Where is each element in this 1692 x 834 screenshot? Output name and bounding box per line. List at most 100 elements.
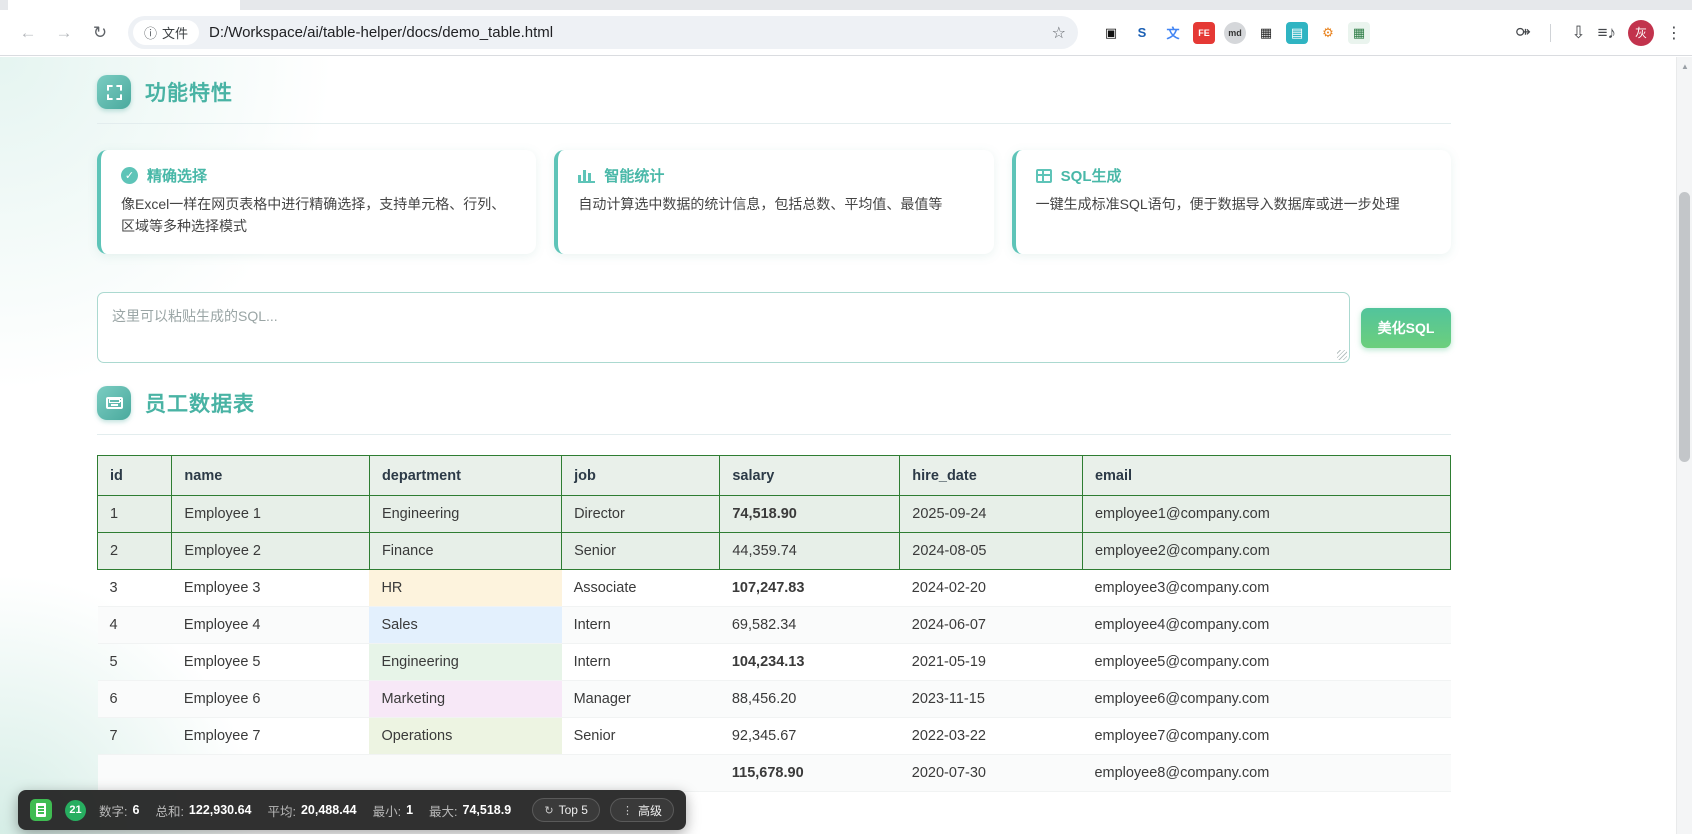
- reload-button[interactable]: ↻: [85, 18, 115, 48]
- cell-job[interactable]: Senior: [562, 533, 720, 570]
- table-row[interactable]: 5Employee 5EngineeringIntern104,234.1320…: [98, 644, 1451, 681]
- cell-salary[interactable]: 88,456.20: [720, 681, 900, 718]
- cell-name[interactable]: [172, 755, 370, 792]
- cell-name[interactable]: Employee 5: [172, 644, 370, 681]
- cell-id[interactable]: 7: [98, 718, 172, 755]
- table-row[interactable]: 4Employee 4SalesIntern69,582.342024-06-0…: [98, 607, 1451, 644]
- cell-salary[interactable]: 69,582.34: [720, 607, 900, 644]
- cell-department[interactable]: Operations: [369, 718, 561, 755]
- column-header-job[interactable]: job: [562, 456, 720, 496]
- cell-hire-date[interactable]: 2025-09-24: [900, 496, 1083, 533]
- cell-salary[interactable]: 115,678.90: [720, 755, 900, 792]
- cell-email[interactable]: employee5@company.com: [1082, 644, 1450, 681]
- table-row[interactable]: 7Employee 7OperationsSenior92,345.672022…: [98, 718, 1451, 755]
- column-header-email[interactable]: email: [1082, 456, 1450, 496]
- cell-id[interactable]: [98, 755, 172, 792]
- download-icon[interactable]: ⇩: [1571, 23, 1585, 43]
- fe-icon[interactable]: FE: [1193, 22, 1215, 44]
- s-blue-icon[interactable]: S: [1131, 22, 1153, 44]
- cell-salary[interactable]: 92,345.67: [720, 718, 900, 755]
- spreadsheet-icon[interactable]: ▦: [1348, 22, 1370, 44]
- cell-job[interactable]: Director: [562, 496, 720, 533]
- cell-email[interactable]: employee1@company.com: [1082, 496, 1450, 533]
- sql-input[interactable]: [97, 292, 1350, 363]
- column-header-hire_date[interactable]: hire_date: [900, 456, 1083, 496]
- bookmark-star-icon[interactable]: ☆: [1052, 23, 1066, 43]
- cell-job[interactable]: Senior: [562, 718, 720, 755]
- stats-toolbar[interactable]: 21 数字:6总和:122,930.64平均:20,488.44最小:1最大:7…: [18, 790, 686, 830]
- cell-job[interactable]: [562, 755, 720, 792]
- cell-hire-date[interactable]: 2020-07-30: [900, 755, 1083, 792]
- chrome-menu-icon[interactable]: ⋮: [1666, 23, 1682, 43]
- table-row[interactable]: 3Employee 3HRAssociate107,247.832024-02-…: [98, 570, 1451, 607]
- cell-salary[interactable]: 74,518.90: [720, 496, 900, 533]
- cell-hire-date[interactable]: 2024-02-20: [900, 570, 1083, 607]
- cell-hire-date[interactable]: 2024-08-05: [900, 533, 1083, 570]
- cell-hire-date[interactable]: 2022-03-22: [900, 718, 1083, 755]
- url-text[interactable]: D:/Workspace/ai/table-helper/docs/demo_t…: [209, 24, 1052, 41]
- cell-email[interactable]: employee7@company.com: [1082, 718, 1450, 755]
- cell-job[interactable]: Associate: [562, 570, 720, 607]
- cell-salary[interactable]: 44,359.74: [720, 533, 900, 570]
- cell-id[interactable]: 4: [98, 607, 172, 644]
- profile-avatar[interactable]: 灰: [1628, 20, 1654, 46]
- cell-salary[interactable]: 107,247.83: [720, 570, 900, 607]
- cell-department[interactable]: Engineering: [369, 644, 561, 681]
- cell-id[interactable]: 3: [98, 570, 172, 607]
- card-icon[interactable]: ▤: [1286, 22, 1308, 44]
- cell-department[interactable]: Marketing: [369, 681, 561, 718]
- back-button[interactable]: ←: [13, 18, 43, 48]
- new-tab-button[interactable]: +: [252, 0, 278, 4]
- md-icon[interactable]: md: [1224, 22, 1246, 44]
- dark-frame-icon[interactable]: ▣: [1100, 22, 1122, 44]
- cell-department[interactable]: Sales: [369, 607, 561, 644]
- scrollbar-thumb[interactable]: [1679, 192, 1690, 462]
- browser-tab[interactable]: Table Helper 演示 - 员工数据... ×: [8, 0, 240, 10]
- cell-name[interactable]: Employee 4: [172, 607, 370, 644]
- cell-department[interactable]: Engineering: [369, 496, 561, 533]
- extensions-puzzle-icon[interactable]: ⚩: [1516, 23, 1530, 43]
- cell-department[interactable]: Finance: [369, 533, 561, 570]
- cell-email[interactable]: employee2@company.com: [1082, 533, 1450, 570]
- table-row[interactable]: 115,678.902020-07-30employee8@company.co…: [98, 755, 1451, 792]
- file-scheme-chip[interactable]: ⓘ 文件: [133, 20, 199, 45]
- address-bar[interactable]: ⓘ 文件 D:/Workspace/ai/table-helper/docs/d…: [128, 16, 1078, 49]
- cell-department[interactable]: HR: [369, 570, 561, 607]
- cell-name[interactable]: Employee 2: [172, 533, 370, 570]
- cell-id[interactable]: 2: [98, 533, 172, 570]
- cell-email[interactable]: employee4@company.com: [1082, 607, 1450, 644]
- playlist-icon[interactable]: ≡♪: [1598, 23, 1616, 43]
- qr-icon[interactable]: ▦: [1255, 22, 1277, 44]
- tools-icon[interactable]: ⚙: [1317, 22, 1339, 44]
- table-row[interactable]: 6Employee 6MarketingManager88,456.202023…: [98, 681, 1451, 718]
- advanced-button[interactable]: ⋮ 高级: [610, 798, 674, 822]
- scrollbar-up-arrow[interactable]: ▲: [1681, 63, 1689, 71]
- cell-email[interactable]: employee3@company.com: [1082, 570, 1450, 607]
- cell-id[interactable]: 5: [98, 644, 172, 681]
- beautify-sql-button[interactable]: 美化SQL: [1361, 308, 1451, 348]
- column-header-name[interactable]: name: [172, 456, 370, 496]
- cell-hire-date[interactable]: 2023-11-15: [900, 681, 1083, 718]
- cell-email[interactable]: employee6@company.com: [1082, 681, 1450, 718]
- table-row[interactable]: 2Employee 2FinanceSenior44,359.742024-08…: [98, 533, 1451, 570]
- cell-email[interactable]: employee8@company.com: [1082, 755, 1450, 792]
- cell-name[interactable]: Employee 6: [172, 681, 370, 718]
- cell-name[interactable]: Employee 3: [172, 570, 370, 607]
- column-header-salary[interactable]: salary: [720, 456, 900, 496]
- cell-hire-date[interactable]: 2024-06-07: [900, 607, 1083, 644]
- cell-name[interactable]: Employee 1: [172, 496, 370, 533]
- cell-job[interactable]: Intern: [562, 644, 720, 681]
- cell-job[interactable]: Intern: [562, 607, 720, 644]
- cell-salary[interactable]: 104,234.13: [720, 644, 900, 681]
- forward-button[interactable]: →: [49, 18, 79, 48]
- column-header-department[interactable]: department: [369, 456, 561, 496]
- cell-id[interactable]: 1: [98, 496, 172, 533]
- cell-job[interactable]: Manager: [562, 681, 720, 718]
- file-doc-icon[interactable]: [30, 799, 52, 821]
- cell-name[interactable]: Employee 7: [172, 718, 370, 755]
- translate-icon[interactable]: 文: [1162, 22, 1184, 44]
- page-scrollbar[interactable]: ▲: [1676, 57, 1692, 834]
- column-header-id[interactable]: id: [98, 456, 172, 496]
- table-row[interactable]: 1Employee 1EngineeringDirector74,518.902…: [98, 496, 1451, 533]
- employee-table[interactable]: idnamedepartmentjobsalaryhire_dateemail …: [97, 455, 1451, 792]
